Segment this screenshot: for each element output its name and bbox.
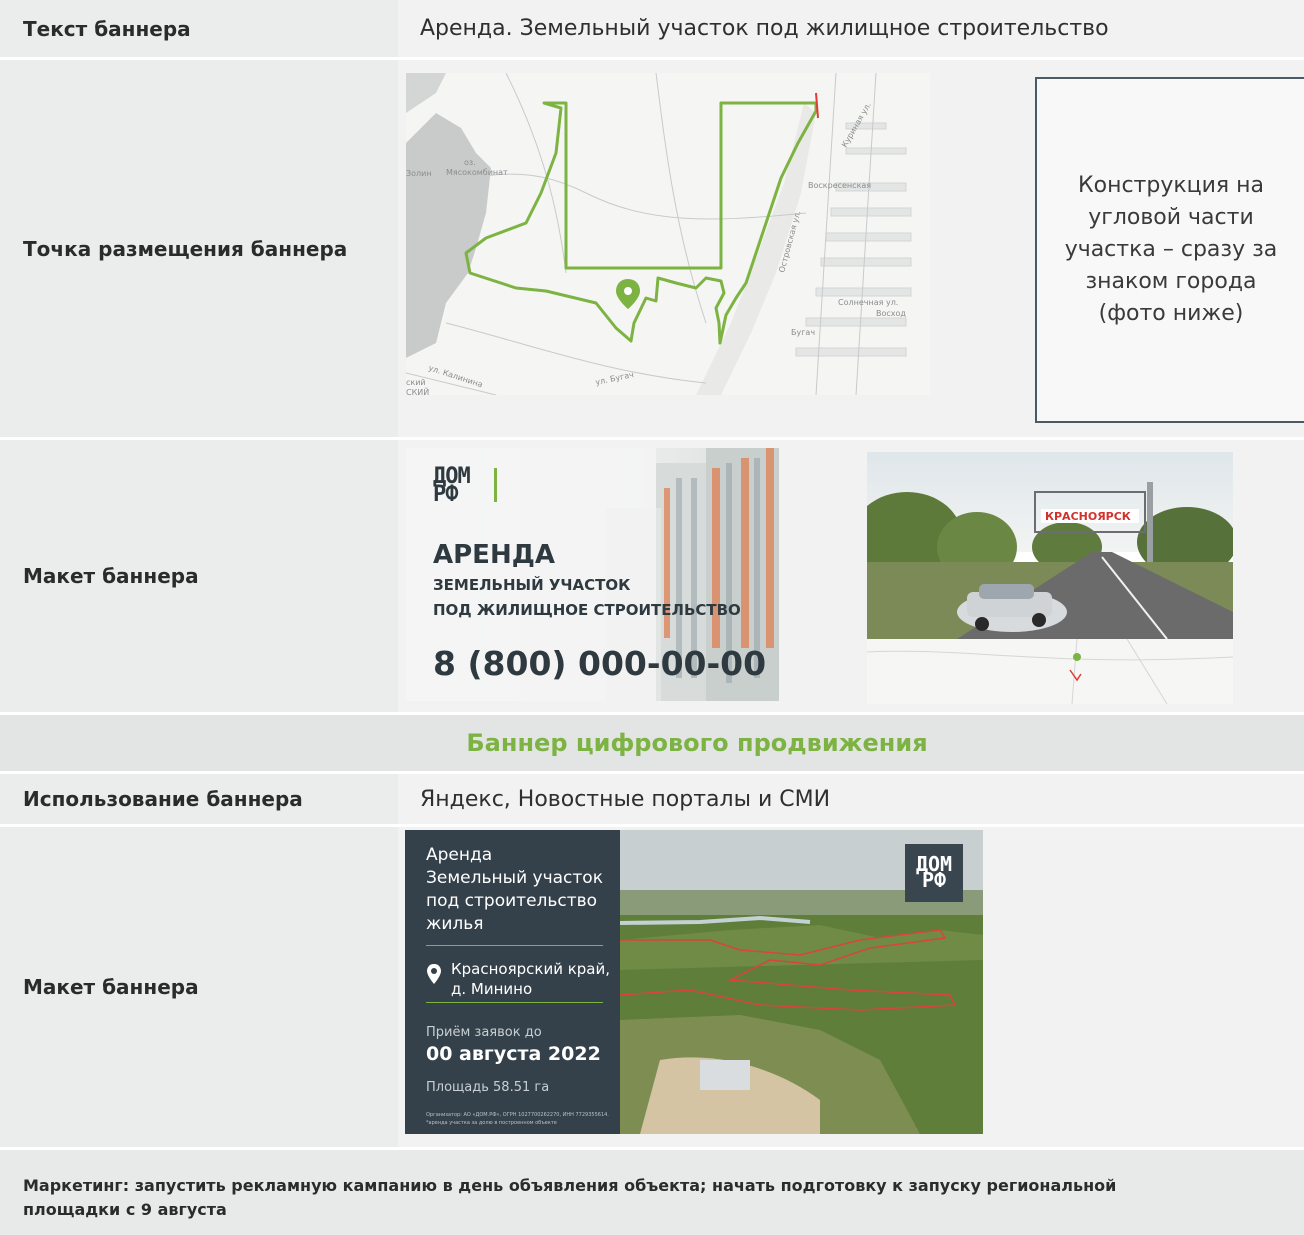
digital-banner-divider-1 [426, 945, 603, 946]
map-svg: оз. Мясокомбинат Воскресенская Солнечная… [406, 73, 930, 395]
street-photo-svg: КРАСНОЯРСК [867, 452, 1233, 704]
banner1-heading: АРЕНДА [433, 540, 555, 570]
map-label-lake: оз. [464, 158, 476, 167]
row-banner-text: Текст баннера Аренда. Земельный участок … [0, 0, 1304, 57]
map-label-sky2: СКИЙ [406, 386, 429, 395]
section-title: Баннер цифрового продвижения [466, 729, 928, 757]
digital-banner-line3: под строительство [426, 891, 598, 911]
digital-banner-fine1: Организатор: АО «ДОМ.РФ», ОГРН 102770026… [426, 1112, 609, 1118]
label-banner-text: Текст баннера [0, 0, 398, 57]
digital-banner-line4: жилья [426, 914, 484, 934]
digital-banner-fine2: *аренда участка за долю в построенном об… [426, 1120, 557, 1126]
digital-banner-deadline-label: Приём заявок до [426, 1025, 542, 1040]
outdoor-banner-mockup: ДОМ РФ АРЕНДА ЗЕМЕЛЬНЫЙ УЧАСТОК ПОД ЖИЛИ… [406, 448, 779, 701]
value-usage: Яндекс, Новостные порталы и СМИ [398, 774, 1304, 824]
digital-banner-region2: д. Минино [451, 980, 533, 998]
label-usage: Использование баннера [0, 774, 398, 824]
digital-banner-region1: Красноярский край, [451, 960, 611, 978]
banner1-sub1: ЗЕМЕЛЬНЫЙ УЧАСТОК [433, 576, 631, 594]
digital-banner-domrf-logo: ДОМ РФ [905, 844, 963, 902]
map-label-bugach: Бугач [791, 328, 815, 337]
label-layout-2: Макет баннера [0, 827, 398, 1147]
digital-banner-deadline: 00 августа 2022 [426, 1043, 601, 1065]
digital-banner-text-panel: Аренда Земельный участок под строительст… [405, 830, 620, 1134]
value-banner-text: Аренда. Земельный участок под жилищное с… [398, 0, 1304, 57]
placement-map: оз. Мясокомбинат Воскресенская Солнечная… [406, 73, 930, 395]
digital-banner-divider-2 [426, 1002, 603, 1003]
location-pin-icon [427, 964, 441, 984]
domrf-logo: ДОМ РФ [433, 464, 471, 507]
map-label-zoline: Золин [406, 169, 432, 178]
digital-banner-line1: Аренда [426, 845, 493, 865]
label-placement: Точка размещения баннера [0, 60, 398, 437]
map-label-vosh: Восход [876, 309, 906, 318]
footer-text: Маркетинг: запустить рекламную кампанию … [23, 1176, 1117, 1219]
placement-note: Конструкция на угловой части участка – с… [1035, 77, 1304, 423]
city-sign-text: КРАСНОЯРСК [1045, 510, 1131, 523]
digital-banner-line2: Земельный участок [426, 868, 603, 888]
digital-banner-mockup: Аренда Земельный участок под строительст… [405, 830, 983, 1134]
map-label-skiy: ский [406, 378, 426, 387]
section-header: Баннер цифрового продвижения [0, 715, 1304, 771]
banner1-phone: 8 (800) 000-00-00 [433, 644, 767, 683]
map-label-soln: Солнечная ул. [838, 298, 898, 307]
logo-divider [494, 468, 497, 502]
row-usage: Использование баннера Яндекс, Новостные … [0, 774, 1304, 824]
footer-row: Маркетинг: запустить рекламную кампанию … [0, 1150, 1304, 1235]
street-photo: КРАСНОЯРСК [867, 452, 1233, 704]
digital-banner-area: Площадь 58.51 га [426, 1080, 550, 1095]
banner1-sub2: ПОД ЖИЛИЩНОЕ СТРОИТЕЛЬСТВО [433, 601, 741, 619]
map-label-lake2: Мясокомбинат [446, 168, 508, 177]
label-layout-1: Макет баннера [0, 440, 398, 712]
map-label-voskr: Воскресенская [808, 181, 871, 190]
